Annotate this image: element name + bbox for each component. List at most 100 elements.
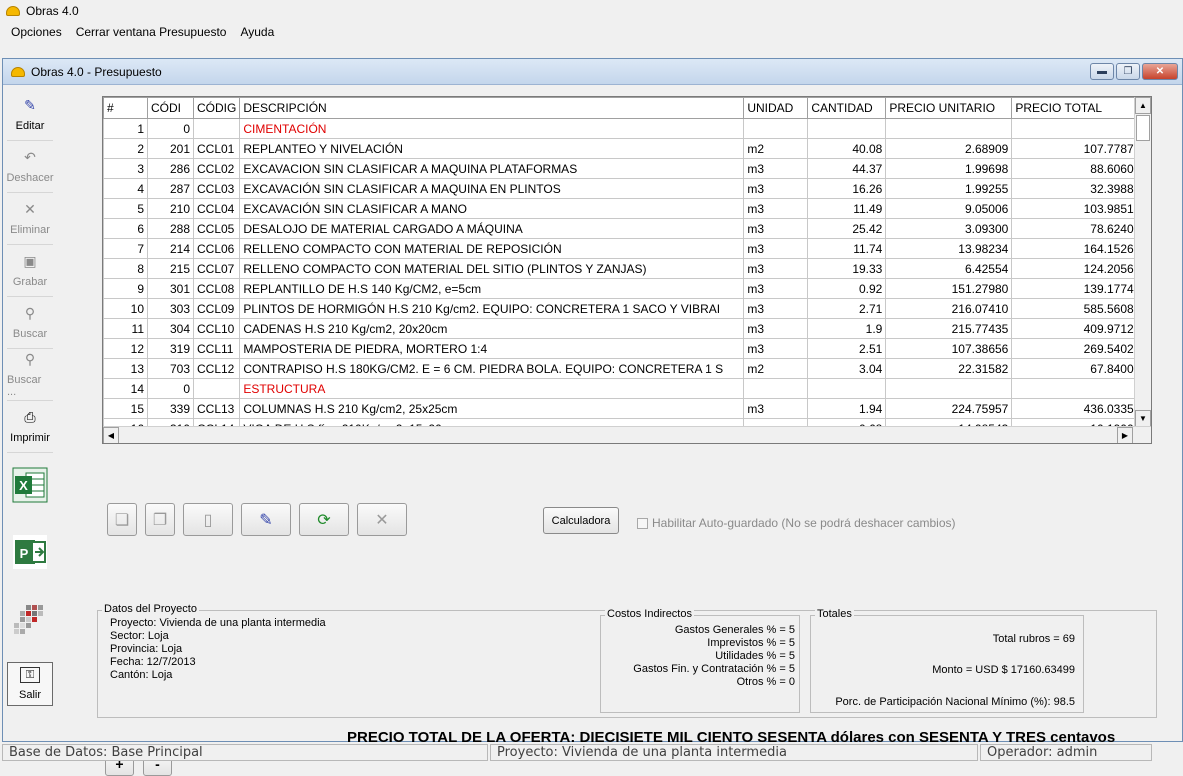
cell-codigo2[interactable]: CCL02 [192, 158, 241, 179]
cell-codigo2[interactable]: CCL03 [192, 178, 241, 199]
cell-codigo2[interactable]: CCL12 [192, 358, 241, 379]
editar-button[interactable]: ✎ Editar [7, 89, 53, 141]
cell-precio-total[interactable]: 67.84009 [1011, 358, 1145, 379]
cell-index[interactable]: 14 [103, 378, 148, 399]
cell-cantidad[interactable]: 1.94 [807, 398, 887, 419]
scroll-right-icon[interactable]: ▶ [1117, 427, 1133, 443]
cell-cantidad[interactable] [807, 378, 887, 399]
cell-codigo2[interactable]: CCL06 [192, 238, 241, 259]
cell-codigo[interactable]: 339 [147, 398, 194, 419]
scroll-down-icon[interactable]: ▼ [1135, 410, 1151, 427]
cell-codigo2[interactable]: CCL07 [192, 258, 241, 279]
cell-unidad[interactable]: m3 [743, 198, 809, 219]
cell-descripcion[interactable]: REPLANTILLO DE H.S 140 Kg/CM2, e=5cm [239, 278, 745, 299]
cell-precio-total[interactable]: 32.39886 [1011, 178, 1145, 199]
cell-codigo[interactable]: 303 [147, 298, 194, 319]
cell-descripcion[interactable]: EXCAVACIÓN SIN CLASIFICAR A MANO [239, 198, 745, 219]
table-row[interactable]: 1 0 CIMENTACIÓN [103, 118, 1145, 139]
cell-index[interactable]: 4 [103, 178, 148, 199]
cell-cantidad[interactable]: 2.51 [807, 338, 887, 359]
cell-precio-unitario[interactable]: 3.09300 [885, 218, 1013, 239]
cell-unidad[interactable] [743, 118, 809, 139]
cell-precio-total[interactable]: 585.56081 [1011, 298, 1145, 319]
table-row[interactable]: 13 703 CCL12 CONTRAPISO H.S 180KG/CM2. E = … [103, 358, 1145, 379]
cell-descripcion[interactable]: DESALOJO DE MATERIAL CARGADO A MÁQUINA [239, 218, 745, 239]
cell-descripcion[interactable]: CADENAS H.S 210 Kg/cm2, 20x20cm [239, 318, 745, 339]
cell-codigo[interactable]: 319 [147, 338, 194, 359]
cell-unidad[interactable]: m3 [743, 398, 809, 419]
cell-codigo2[interactable]: CCL13 [192, 398, 241, 419]
cell-precio-unitario[interactable]: 215.77435 [885, 318, 1013, 339]
col-header-codigo2[interactable]: CÓDIG [192, 97, 241, 119]
cell-cantidad[interactable]: 11.74 [807, 238, 887, 259]
copy-button[interactable]: ❏ [107, 503, 137, 536]
cell-cantidad[interactable]: 19.33 [807, 258, 887, 279]
cell-codigo[interactable]: 210 [147, 198, 194, 219]
table-row[interactable]: 15 339 CCL13 COLUMNAS H.S 210 Kg/cm2, 25x25… [103, 398, 1145, 419]
cell-index[interactable]: 12 [103, 338, 148, 359]
grabar-button[interactable]: ▣ Grabar [7, 245, 53, 297]
vertical-scroll-thumb[interactable] [1136, 115, 1150, 141]
cell-precio-unitario[interactable]: 9.05006 [885, 198, 1013, 219]
table-row[interactable]: 5 210 CCL04 EXCAVACIÓN SIN CLASIFICAR A MAN… [103, 198, 1145, 219]
cell-descripcion[interactable]: COLUMNAS H.S 210 Kg/cm2, 25x25cm [239, 398, 745, 419]
cell-cantidad[interactable]: 25.42 [807, 218, 887, 239]
cell-descripcion[interactable]: RELLENO COMPACTO CON MATERIAL DE REPOSIC… [239, 238, 745, 259]
horizontal-scrollbar[interactable]: ◀ ▶ [103, 426, 1151, 443]
cell-cantidad[interactable]: 40.08 [807, 138, 887, 159]
cell-codigo[interactable]: 0 [147, 378, 194, 399]
cell-descripcion[interactable]: MAMPOSTERIA DE PIEDRA, MORTERO 1:4 [239, 338, 745, 359]
cell-codigo2[interactable]: CCL01 [192, 138, 241, 159]
cell-codigo[interactable]: 287 [147, 178, 194, 199]
cell-cantidad[interactable]: 44.37 [807, 158, 887, 179]
cell-precio-total[interactable]: 124.20569 [1011, 258, 1145, 279]
cell-index[interactable]: 15 [103, 398, 148, 419]
salir-button[interactable]: ⚿ Salir [7, 662, 53, 706]
cell-codigo[interactable]: 214 [147, 238, 194, 259]
cell-cantidad[interactable]: 1.9 [807, 318, 887, 339]
cell-precio-total[interactable]: 107.77873 [1011, 138, 1145, 159]
paste-button[interactable]: ❐ [145, 503, 175, 536]
buscar-avanzado-button[interactable]: ⚲ Buscar ... [7, 349, 53, 401]
cell-unidad[interactable]: m2 [743, 138, 809, 159]
cell-index[interactable]: 7 [103, 238, 148, 259]
cell-index[interactable]: 2 [103, 138, 148, 159]
cell-descripcion[interactable]: ESTRUCTURA [239, 378, 745, 399]
cell-precio-total[interactable]: 409.97127 [1011, 318, 1145, 339]
calculadora-button[interactable]: Calculadora [543, 507, 619, 534]
cell-precio-unitario[interactable] [885, 378, 1013, 399]
cell-index[interactable]: 3 [103, 158, 148, 179]
cell-codigo2[interactable]: CCL10 [192, 318, 241, 339]
cell-precio-total[interactable]: 103.98519 [1011, 198, 1145, 219]
vertical-scrollbar[interactable]: ▲ ▼ [1134, 97, 1151, 427]
cell-codigo[interactable]: 215 [147, 258, 194, 279]
cell-unidad[interactable]: m3 [743, 158, 809, 179]
cell-descripcion[interactable]: REPLANTEO Y NIVELACIÓN [239, 138, 745, 159]
col-header-unidad[interactable]: UNIDAD [743, 97, 809, 119]
table-row[interactable]: 7 214 CCL06 RELLENO COMPACTO CON MATERIAL D… [103, 238, 1145, 259]
cell-codigo2[interactable]: CCL05 [192, 218, 241, 239]
col-header-cantidad[interactable]: CANTIDAD [807, 97, 887, 119]
cell-index[interactable]: 5 [103, 198, 148, 219]
col-header-descripcion[interactable]: DESCRIPCIÓN [239, 97, 745, 119]
new-button[interactable]: ▯ [183, 503, 233, 536]
cell-precio-unitario[interactable]: 22.31582 [885, 358, 1013, 379]
cell-cantidad[interactable]: 2.71 [807, 298, 887, 319]
cell-precio-unitario[interactable]: 151.27980 [885, 278, 1013, 299]
cell-index[interactable]: 8 [103, 258, 148, 279]
cell-precio-total[interactable]: 436.03357 [1011, 398, 1145, 419]
cell-precio-unitario[interactable]: 224.75957 [885, 398, 1013, 419]
cell-precio-total[interactable]: 164.15267 [1011, 238, 1145, 259]
table-row[interactable]: 4 287 CCL03 EXCAVACIÓN SIN CLASIFICAR A MAQ… [103, 178, 1145, 199]
col-header-precio-total[interactable]: PRECIO TOTAL [1011, 97, 1145, 119]
table-row[interactable]: 2 201 CCL01 REPLANTEO Y NIVELACIÓN m2 40.08 2.… [103, 138, 1145, 159]
cell-codigo[interactable]: 703 [147, 358, 194, 379]
cell-precio-unitario[interactable]: 1.99698 [885, 158, 1013, 179]
imprimir-button[interactable]: ⎙ Imprimir [7, 401, 53, 453]
cell-precio-unitario[interactable]: 6.42554 [885, 258, 1013, 279]
cell-descripcion[interactable]: CIMENTACIÓN [239, 118, 745, 139]
scroll-up-icon[interactable]: ▲ [1135, 97, 1151, 114]
cell-descripcion[interactable]: RELLENO COMPACTO CON MATERIAL DEL SITIO … [239, 258, 745, 279]
cell-unidad[interactable]: m3 [743, 258, 809, 279]
table-row[interactable]: 12 319 CCL11 MAMPOSTERIA DE PIEDRA, MORTERO… [103, 338, 1145, 359]
